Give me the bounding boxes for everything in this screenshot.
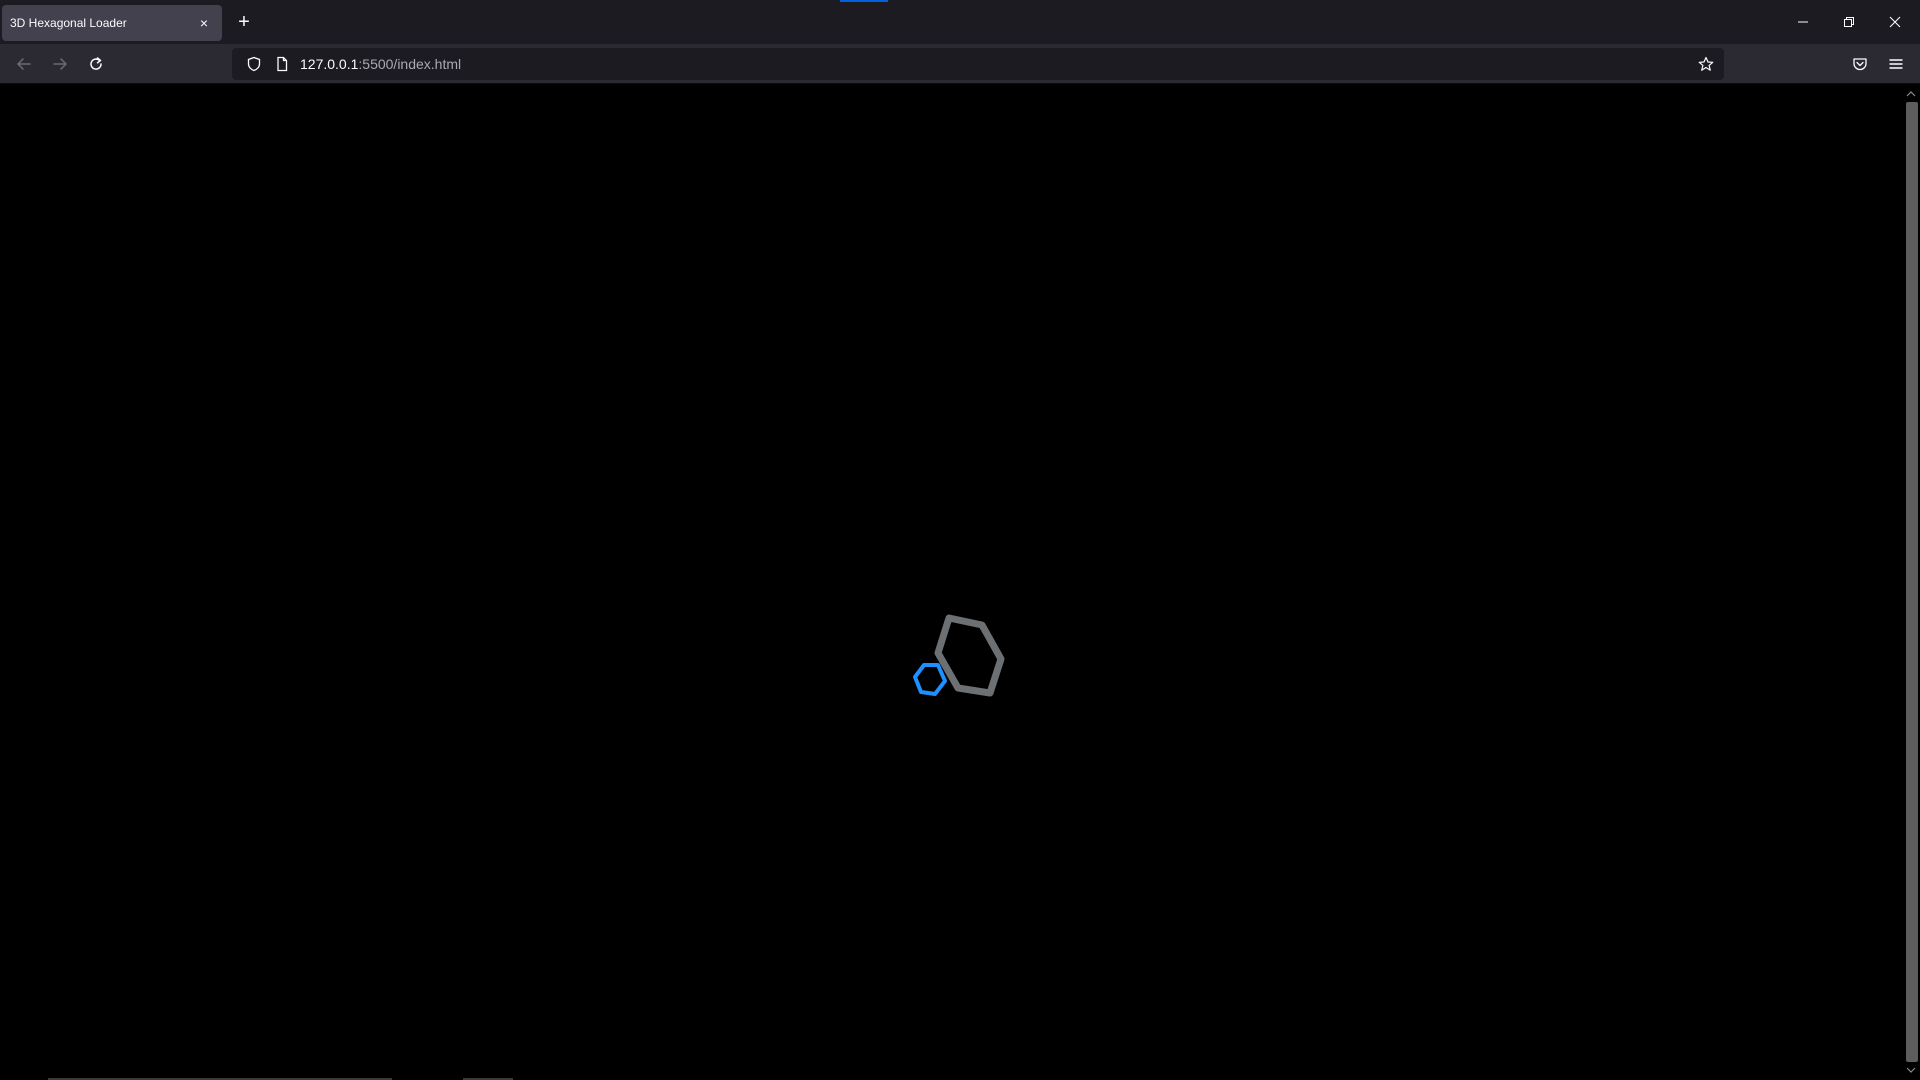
hexagonal-loader (913, 614, 1005, 697)
tab-strip: 3D Hexagonal Loader × + (0, 0, 1920, 44)
scroll-down-icon[interactable] (1902, 1062, 1920, 1078)
reload-icon[interactable] (82, 50, 110, 78)
page-icon[interactable] (272, 54, 292, 74)
url-path: :5500/index.html (358, 56, 462, 72)
back-arrow-icon[interactable] (10, 50, 38, 78)
new-tab-button[interactable]: + (232, 10, 256, 34)
vertical-scrollbar[interactable] (1902, 84, 1920, 1080)
restore-icon[interactable] (1826, 0, 1872, 44)
loader-large-hexagon (934, 614, 1005, 697)
hamburger-menu-icon[interactable] (1882, 50, 1910, 78)
close-icon[interactable] (1872, 0, 1918, 44)
browser-window: 3D Hexagonal Loader × + 127.0.0.1:5500/i… (0, 0, 1920, 1080)
pocket-icon[interactable] (1846, 50, 1874, 78)
tab-title: 3D Hexagonal Loader (10, 16, 127, 30)
url-text[interactable]: 127.0.0.1:5500/index.html (300, 56, 461, 72)
loader-small-hexagon (913, 663, 947, 696)
shield-icon[interactable] (244, 54, 264, 74)
scrollbar-thumb[interactable] (1906, 102, 1918, 1062)
navigation-bar: 127.0.0.1:5500/index.html (0, 44, 1920, 84)
star-icon[interactable] (1694, 52, 1718, 76)
scroll-up-icon[interactable] (1902, 86, 1920, 102)
url-bar[interactable]: 127.0.0.1:5500/index.html (232, 48, 1724, 80)
forward-arrow-icon[interactable] (46, 50, 74, 78)
tab-drag-indicator (840, 0, 888, 2)
page-content (0, 84, 1902, 1080)
tab-active[interactable]: 3D Hexagonal Loader × (2, 5, 222, 41)
url-host: 127.0.0.1 (300, 56, 359, 72)
tab-close-icon[interactable]: × (194, 13, 214, 33)
minimize-icon[interactable] (1780, 0, 1826, 44)
